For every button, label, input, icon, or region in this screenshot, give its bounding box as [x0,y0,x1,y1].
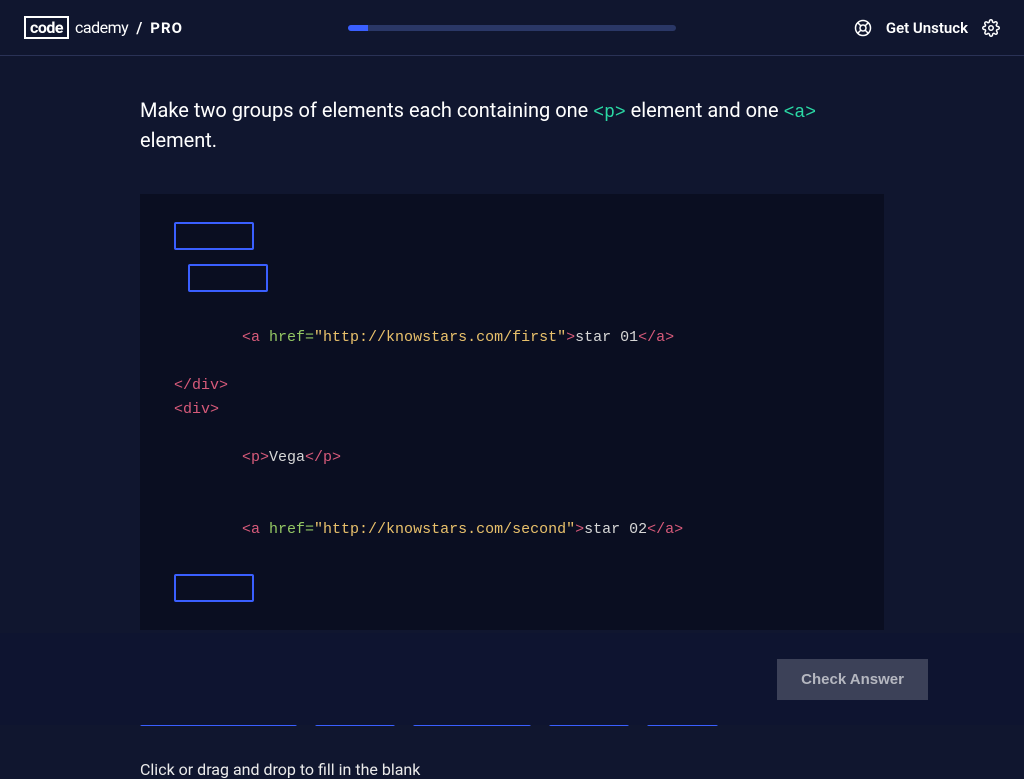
hint-text: Click or drag and drop to fill in the bl… [140,760,884,779]
blank-slot-1[interactable] [174,222,254,250]
code-token: <div> [174,401,219,418]
logo-box: code [24,16,69,39]
progress-fill [348,25,368,31]
logo-pro: PRO [150,19,183,37]
code-token: star 01 [575,329,638,346]
check-answer-button[interactable]: Check Answer [777,659,928,700]
life-ring-icon[interactable] [854,19,872,37]
code-token: star 02 [584,521,647,538]
header-right: Get Unstuck [854,19,1000,37]
progress-bar [348,25,676,31]
get-unstuck-button[interactable]: Get Unstuck [886,19,968,37]
prompt-text-mid: element and one [626,98,784,122]
footer-bar: Check Answer [0,633,1024,725]
code-token: <p> [242,449,269,466]
blank-slot-3[interactable] [174,574,254,602]
question-prompt: Make two groups of elements each contain… [140,96,884,154]
code-token: "http://knowstars.com/second" [314,521,575,538]
code-token: </p> [305,449,341,466]
code-token: </div> [174,377,228,394]
code-token: > [575,521,584,538]
code-token: "http://knowstars.com/first" [314,329,566,346]
prompt-text-post: element. [140,128,217,152]
code-token: > [566,329,575,346]
blank-slot-2[interactable] [188,264,268,292]
code-token: <a [242,521,269,538]
prompt-text-pre: Make two groups of elements each contain… [140,98,593,122]
logo[interactable]: code cademy / PRO [24,16,183,39]
code-token: href= [269,521,314,538]
code-token: <a [242,329,269,346]
code-token: Vega [269,449,305,466]
code-token: </a> [638,329,674,346]
code-editor: <a href="http://knowstars.com/first">sta… [140,194,884,630]
prompt-code-p: <p> [593,103,625,123]
logo-rest: cademy [75,18,128,37]
prompt-code-a: <a> [784,103,816,123]
gear-icon[interactable] [982,19,1000,37]
header-bar: code cademy / PRO Get Unstuck [0,0,1024,56]
logo-slash: / [136,18,142,37]
code-token: href= [269,329,314,346]
code-token: </a> [647,521,683,538]
